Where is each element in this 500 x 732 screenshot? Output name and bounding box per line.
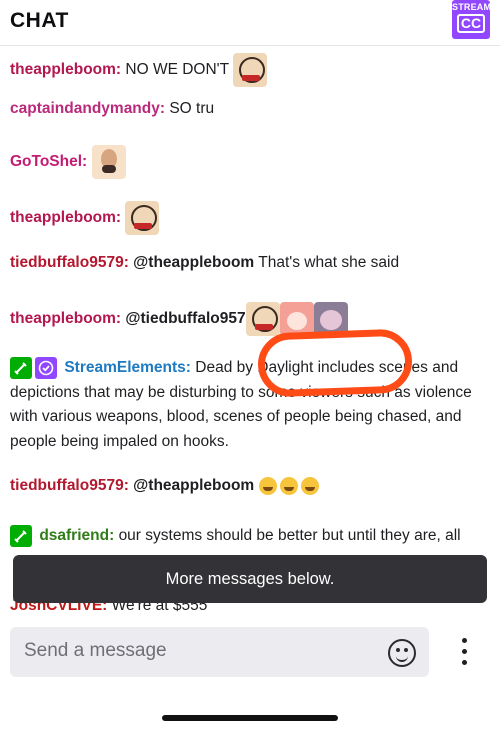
chat-message: tiedbuffalo9579: @theappleboom That's wh… <box>10 251 490 276</box>
emoji-picker-icon[interactable] <box>388 639 416 667</box>
sword-icon <box>14 362 27 375</box>
sweat-smile-emoji <box>258 476 277 495</box>
chat-messages[interactable]: theappleboom: NO WE DON'T captaindandyma… <box>0 46 500 620</box>
chat-username[interactable]: theappleboom: <box>10 310 121 327</box>
check-icon <box>38 360 54 376</box>
chat-message: captaindandymandy: SO tru <box>10 97 490 122</box>
verified-badge[interactable] <box>35 356 57 379</box>
chat-input[interactable]: Send a message <box>10 627 429 677</box>
sword-icon <box>14 530 27 543</box>
chat-message-text: our systems should be better but until t… <box>118 527 461 544</box>
stream-cc-button[interactable]: STREAM CC <box>452 0 492 39</box>
apple-emote[interactable] <box>125 201 160 235</box>
chat-username[interactable]: captaindandymandy: <box>10 100 165 117</box>
annotation-circle <box>256 328 414 398</box>
apple-emote[interactable] <box>245 302 280 336</box>
home-indicator[interactable] <box>162 715 338 721</box>
chat-username[interactable]: theappleboom: <box>10 61 121 78</box>
chat-username[interactable]: GoToShel: <box>10 153 87 170</box>
chat-message: tiedbuffalo9579: @theappleboom <box>10 474 490 499</box>
stream-label: STREAM <box>452 2 492 12</box>
moderator-badge[interactable] <box>10 356 32 379</box>
chat-message-text: That's what she said <box>258 254 400 271</box>
apple-emote[interactable] <box>233 53 268 87</box>
chat-username[interactable]: theappleboom: <box>10 209 121 226</box>
chat-message: theappleboom: NO WE DON'T <box>10 53 490 87</box>
chat-message: StreamElements: Dead by Daylight include… <box>10 356 490 454</box>
rofl-emoji <box>300 476 319 495</box>
mention[interactable]: @theappleboom <box>133 254 254 271</box>
more-options-icon[interactable] <box>455 638 475 668</box>
dot-icon <box>462 660 467 665</box>
chat-message: dsafriend: our systems should be better … <box>10 524 490 549</box>
chat-message: theappleboom: <box>10 201 490 235</box>
chat-message-text: SO tru <box>169 100 215 117</box>
chat-username[interactable]: dsafriend: <box>39 527 114 544</box>
chat-username[interactable]: tiedbuffalo9579: <box>10 254 129 271</box>
chat-message: GoToShel: <box>10 145 490 179</box>
more-messages-toast[interactable]: More messages below. <box>13 555 487 603</box>
chat-input-row: Send a message <box>0 620 500 732</box>
bald-emote[interactable] <box>91 145 126 179</box>
chat-username[interactable]: StreamElements: <box>64 359 191 376</box>
chat-username[interactable]: tiedbuffalo9579: <box>10 477 129 494</box>
chat-input-placeholder: Send a message <box>24 640 167 661</box>
chat-message: theappleboom: @tiedbuffalo957 <box>10 302 490 336</box>
dot-icon <box>462 649 467 654</box>
chat-header: CHAT STREAM CC <box>0 0 500 46</box>
chat-message-text: NO WE DON'T <box>125 61 229 79</box>
chat-title: CHAT <box>10 9 69 32</box>
mention[interactable]: @theappleboom <box>133 477 254 494</box>
moderator-badge[interactable] <box>10 524 32 547</box>
mention[interactable]: @tiedbuffalo957 <box>125 310 245 327</box>
cc-label: CC <box>456 14 486 33</box>
dot-icon <box>462 638 467 643</box>
joy-emoji <box>279 476 298 495</box>
